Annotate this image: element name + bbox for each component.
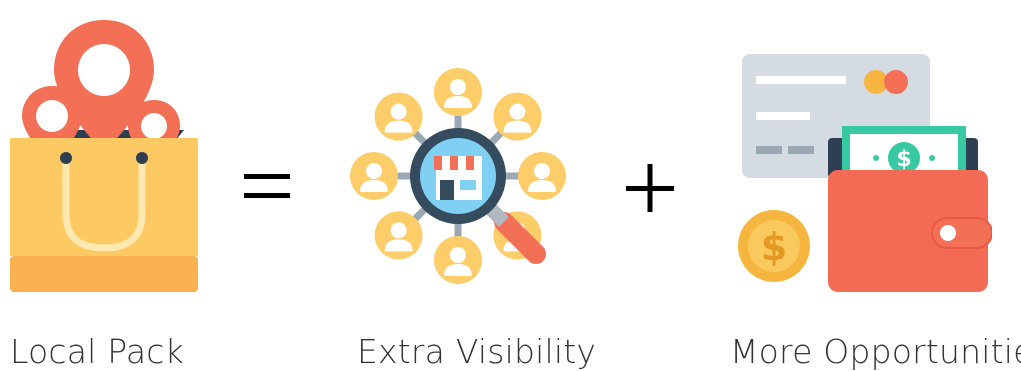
person-avatar-icon — [434, 236, 482, 284]
plus-sign — [624, 160, 680, 216]
extra-visibility-icon — [336, 62, 576, 294]
equals-sign — [240, 156, 296, 216]
coin-icon: $ — [738, 210, 810, 282]
person-avatar-icon — [350, 152, 398, 200]
person-avatar-icon — [493, 92, 542, 141]
store-magnifier-network-icon — [350, 68, 566, 284]
person-avatar-icon — [518, 152, 566, 200]
svg-text:$: $ — [761, 225, 787, 269]
person-avatar-icon — [434, 68, 482, 116]
person-avatar-icon — [374, 211, 423, 260]
label-local-pack: Local Pack — [10, 332, 184, 371]
svg-text:$: $ — [896, 147, 911, 172]
shopping-bag-with-location-pins-icon — [10, 20, 198, 292]
store-awning-icon — [434, 156, 482, 170]
label-more-opportunities: More Opportunities — [730, 332, 1021, 371]
more-opportunities-icon: $ $ — [736, 54, 992, 294]
wallet-card-coin-icon: $ $ — [738, 54, 992, 292]
label-extra-visibility: Extra Visibility — [357, 332, 597, 371]
local-pack-icon — [8, 18, 200, 294]
person-avatar-icon — [374, 92, 423, 141]
